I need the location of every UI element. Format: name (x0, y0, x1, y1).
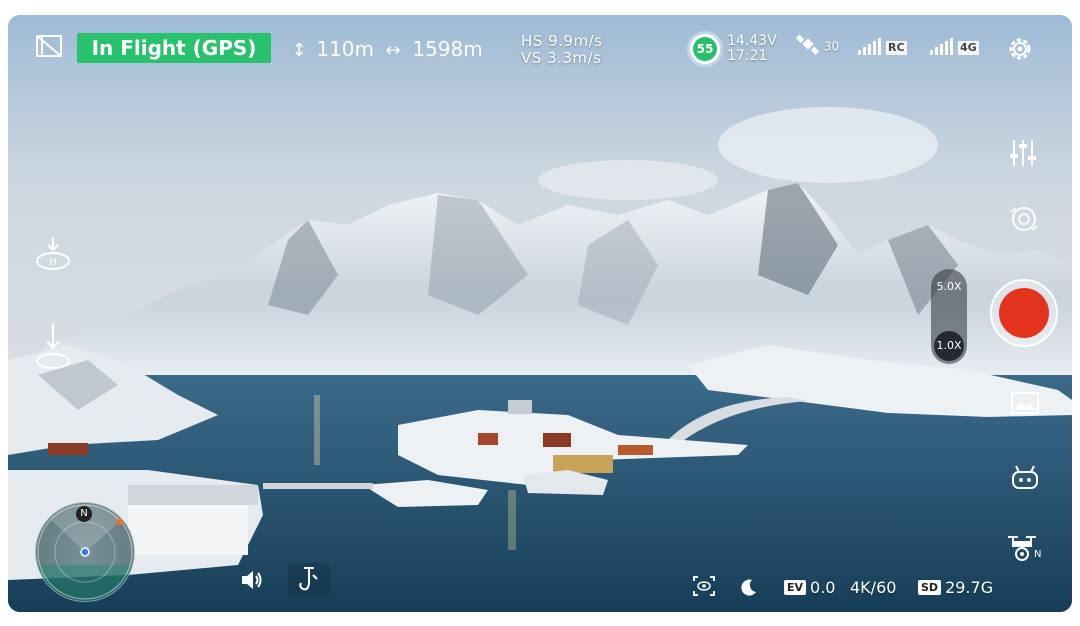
vs-label: VS (521, 49, 542, 67)
horizontal-speed: HS 9.9m/s (521, 33, 602, 50)
radar-north-label: N (76, 506, 92, 522)
storage-readout[interactable]: SD 29.7G (918, 578, 993, 597)
altitude-value: 110m (316, 37, 375, 61)
flight-time: 17:21 (727, 48, 768, 64)
camera-params-button[interactable] (1009, 138, 1037, 172)
speed-readout: HS 9.9m/s VS 3.3m/s (521, 33, 602, 67)
drone-mode-button[interactable]: N (1006, 533, 1042, 567)
svg-text:H: H (49, 257, 57, 268)
payload-button[interactable] (1009, 463, 1041, 495)
resolution-readout[interactable]: 4K/60 (850, 578, 896, 597)
network-signal[interactable]: 4G (930, 38, 979, 55)
battery-indicator[interactable]: 55 (690, 34, 720, 64)
vision-button[interactable] (692, 575, 716, 601)
zoom-option-1x[interactable]: 1.0X (934, 331, 964, 361)
gear-icon (1009, 38, 1031, 60)
hook-icon (299, 567, 318, 591)
sliders-icon (1010, 140, 1036, 166)
ev-value: 0.0 (810, 578, 836, 597)
volume-button[interactable] (240, 569, 264, 595)
sd-card-icon: SD (918, 580, 942, 595)
exit-flight-icon (36, 35, 62, 57)
rc-label: RC (886, 41, 907, 55)
gps-indicator[interactable]: 30 (795, 34, 840, 60)
settings-button[interactable] (1006, 35, 1034, 67)
storage-value: 29.7G (945, 578, 994, 597)
winch-button[interactable] (288, 563, 330, 597)
vertical-speed: VS 3.3m/s (521, 50, 602, 67)
gps-count: 30 (823, 39, 840, 54)
altitude-arrows-icon: ↕ (291, 40, 307, 61)
gimbal-camera-icon (1010, 207, 1038, 231)
eye-focus-icon (693, 576, 715, 596)
land-icon (36, 323, 70, 369)
zoom-selector[interactable]: 5.0X 1.0X (931, 269, 967, 364)
return-home-button[interactable]: H (34, 235, 72, 275)
network-label: 4G (958, 41, 979, 55)
land-button[interactable] (34, 321, 72, 375)
gallery-icon (1011, 392, 1039, 414)
robot-payload-icon (1012, 465, 1038, 489)
satellite-icon (795, 34, 820, 55)
flight-status-badge[interactable]: In Flight (GPS) (77, 33, 271, 63)
radar-minimap[interactable]: N (35, 502, 135, 602)
distance-arrows-icon: ↔ (385, 40, 401, 61)
gallery-button[interactable] (1010, 391, 1040, 419)
drone-mode-label: N (1034, 549, 1042, 560)
distance-value: 1598m (412, 37, 483, 61)
battery-voltage: 14.43V (727, 33, 777, 49)
exposure-readout[interactable]: EV 0.0 (784, 578, 835, 597)
moon-icon (741, 579, 756, 596)
record-button[interactable] (990, 279, 1058, 347)
distance-readout: ↔ 1598m (380, 37, 483, 63)
gimbal-button[interactable] (1008, 204, 1040, 238)
record-dot (999, 288, 1049, 338)
battery-percent: 55 (693, 37, 717, 61)
camera-view: N (8, 15, 1072, 612)
hs-value: 9.9m/s (548, 32, 603, 50)
battery-details: 14.43V 17:21 (727, 34, 777, 64)
return-home-icon: H (36, 237, 70, 270)
vs-value: 3.3m/s (547, 49, 602, 67)
altitude-readout: ↕ 110m (288, 37, 374, 63)
landscape-image (8, 15, 1072, 612)
night-mode-button[interactable] (737, 577, 759, 603)
zoom-option-5x[interactable]: 5.0X (934, 272, 964, 302)
speaker-icon (242, 571, 262, 589)
rc-signal[interactable]: RC (858, 38, 907, 55)
ev-badge: EV (784, 580, 807, 595)
back-icon[interactable] (34, 32, 64, 64)
hs-label: HS (521, 32, 543, 50)
